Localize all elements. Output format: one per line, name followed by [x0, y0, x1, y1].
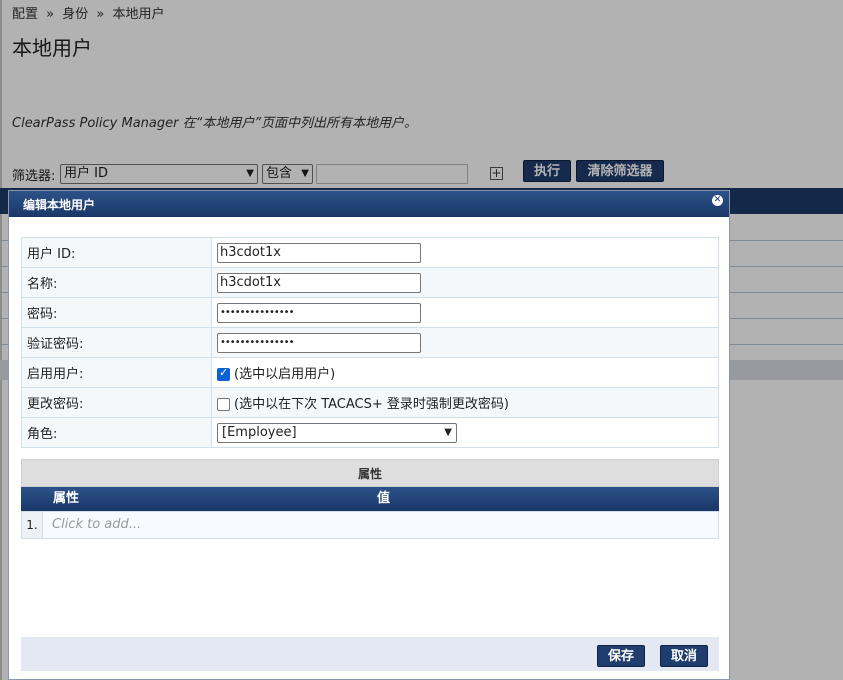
enable-user-label: 启用用户:	[21, 357, 212, 388]
form-row-role: 角色: [Employee] ▼	[21, 417, 719, 448]
form-row-change-password: 更改密码: (选中以在下次 TACACS+ 登录时强制更改密码)	[21, 387, 719, 418]
chevron-down-icon: ▼	[444, 426, 452, 438]
password-label: 密码:	[21, 297, 212, 328]
role-label: 角色:	[21, 417, 212, 448]
form-row-enable-user: 启用用户: (选中以启用用户)	[21, 357, 719, 388]
enable-user-hint: (选中以启用用户)	[234, 367, 336, 382]
attributes-col-value: 值	[377, 491, 391, 506]
attributes-table-header: 属性 值	[21, 487, 719, 511]
dialog-title: 编辑本地用户	[23, 198, 96, 212]
attributes-col-attribute: 属性	[53, 491, 80, 506]
verify-password-input[interactable]: •••••••••••••••	[217, 332, 421, 353]
row-number: 1.	[22, 512, 43, 538]
role-value: [Employee]	[222, 424, 297, 440]
password-input[interactable]: •••••••••••••••	[217, 302, 421, 323]
user-form: 用户 ID: h3cdot1x 名称: h3cdot1x 密码: •••••••…	[21, 237, 719, 448]
change-password-label: 更改密码:	[21, 387, 212, 418]
attributes-section-title: 属性	[21, 459, 719, 487]
form-row-user-id: 用户 ID: h3cdot1x	[21, 237, 719, 268]
form-row-password: 密码: •••••••••••••••	[21, 297, 719, 328]
close-icon[interactable]: ✕	[712, 195, 723, 206]
form-row-verify-password: 验证密码: •••••••••••••••	[21, 327, 719, 358]
save-button[interactable]: 保存	[597, 645, 645, 667]
change-password-hint: (选中以在下次 TACACS+ 登录时强制更改密码)	[234, 397, 509, 412]
form-row-name: 名称: h3cdot1x	[21, 267, 719, 298]
user-id-label: 用户 ID:	[21, 237, 212, 268]
verify-password-label: 验证密码:	[21, 327, 212, 358]
dialog-header: 编辑本地用户	[9, 191, 729, 217]
role-select[interactable]: [Employee] ▼	[217, 422, 457, 443]
click-to-add-placeholder[interactable]: Click to add...	[52, 512, 141, 538]
name-label: 名称:	[21, 267, 212, 298]
edit-local-user-dialog: 编辑本地用户 ✕ 用户 ID: h3cdot1x 名称: h3cdot1x 密码…	[8, 190, 730, 680]
enable-user-checkbox[interactable]	[217, 366, 230, 381]
user-id-input[interactable]: h3cdot1x	[217, 242, 421, 263]
cancel-button[interactable]: 取消	[660, 645, 708, 667]
name-input[interactable]: h3cdot1x	[217, 272, 421, 293]
change-password-checkbox[interactable]	[217, 398, 230, 411]
attributes-add-row[interactable]: 1. Click to add...	[21, 511, 719, 539]
dialog-footer: 保存 取消	[21, 637, 719, 671]
